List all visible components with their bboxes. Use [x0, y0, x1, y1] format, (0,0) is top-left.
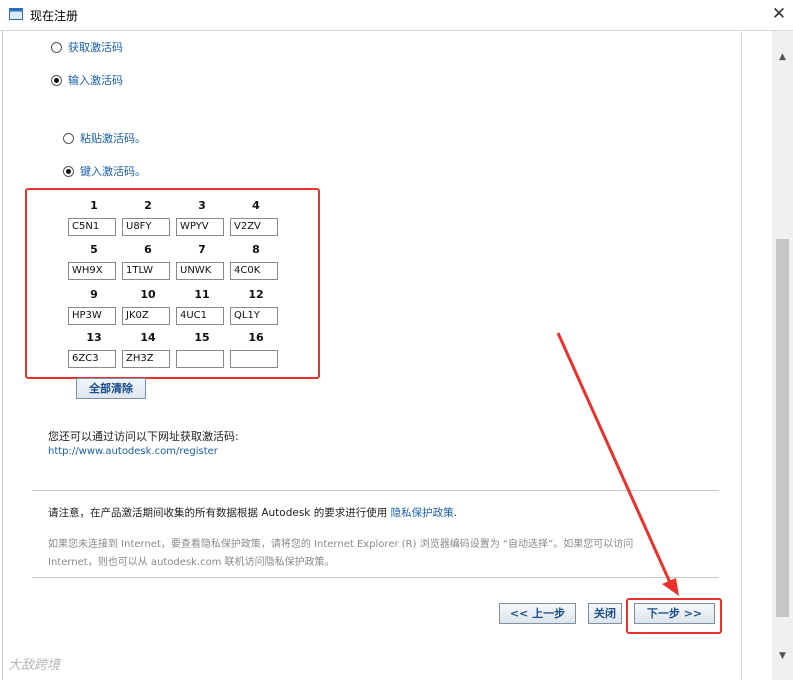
back-button[interactable]: << 上一步 [499, 603, 576, 624]
code-number: 13 [86, 331, 102, 344]
code-number: 15 [194, 331, 210, 344]
code-number: 3 [198, 199, 206, 212]
code-number: 1 [90, 199, 98, 212]
clear-all-button[interactable]: 全部清除 [76, 378, 146, 399]
code-number: 16 [248, 331, 264, 344]
code-field-5[interactable]: WH9X [68, 262, 116, 280]
radio-get-code-label: 获取激活码 [68, 41, 123, 54]
code-number: 5 [90, 243, 98, 256]
code-field-11[interactable]: 4UC1 [176, 307, 224, 325]
offline-note-line-1: 如果您未连接到 Internet，要查看隐私保护政策，请将您的 Internet… [48, 539, 634, 550]
radio-enter-code[interactable]: 输入激活码 [51, 72, 123, 88]
code-number: 8 [252, 243, 260, 256]
code-number: 10 [140, 288, 156, 301]
radio-get-code[interactable]: 获取激活码 [51, 39, 123, 55]
watermark: 大敌跨境 [8, 658, 61, 673]
code-field-9[interactable]: HP3W [68, 307, 116, 325]
content-right-border [741, 31, 742, 680]
scrollbar-thumb[interactable] [776, 239, 789, 617]
radio-paste-code-label: 粘贴激活码。 [80, 132, 146, 145]
scroll-down-icon[interactable]: ▼ [772, 646, 793, 666]
offline-privacy-note: 如果您未连接到 Internet，要查看隐私保护政策，请将您的 Internet… [48, 536, 718, 572]
register-url-link[interactable]: http://www.autodesk.com/register [48, 446, 218, 457]
window-close-button[interactable]: ✕ [768, 3, 790, 25]
code-number: 7 [198, 243, 206, 256]
privacy-notice-text: 请注意，在产品激活期间收集的所有数据根据 Autodesk 的要求进行使用 [48, 507, 388, 519]
close-button[interactable]: 关闭 [588, 603, 622, 624]
divider [32, 490, 719, 491]
code-number: 11 [194, 288, 210, 301]
code-field-16[interactable] [230, 350, 278, 368]
code-field-13[interactable]: 6ZC3 [68, 350, 116, 368]
title-bar: 现在注册 ✕ [0, 0, 793, 31]
code-field-7[interactable]: UNWK [176, 262, 224, 280]
radio-enter-code-label: 输入激活码 [68, 74, 123, 87]
offline-note-line-2: Internet，则也可以从 autodesk.com 联机访问隐私保护政策。 [48, 557, 335, 568]
alt-activation-text: 您还可以通过访问以下网址获取激活码: [48, 430, 239, 443]
code-number: 2 [144, 199, 152, 212]
code-field-14[interactable]: ZH3Z [122, 350, 170, 368]
radio-paste-code-indicator [63, 132, 74, 144]
scroll-up-icon[interactable]: ▲ [772, 47, 793, 67]
code-field-15[interactable] [176, 350, 224, 368]
privacy-notice-period: . [453, 507, 457, 519]
radio-type-code-indicator [63, 165, 74, 177]
code-number: 6 [144, 243, 152, 256]
divider [32, 577, 719, 578]
vertical-scrollbar[interactable]: ▲ ▼ [772, 31, 793, 680]
code-number: 9 [90, 288, 98, 301]
code-field-12[interactable]: QL1Y [230, 307, 278, 325]
radio-get-code-indicator [51, 41, 62, 53]
next-button-highlight [626, 598, 722, 634]
code-number: 4 [252, 199, 260, 212]
code-field-6[interactable]: 1TLW [122, 262, 170, 280]
privacy-policy-link[interactable]: 隐私保护政策 [391, 507, 454, 519]
code-field-4[interactable]: V2ZV [230, 218, 278, 236]
code-field-2[interactable]: U8FY [122, 218, 170, 236]
code-field-3[interactable]: WPYV [176, 218, 224, 236]
left-border [2, 31, 3, 680]
radio-type-code-label: 键入激活码。 [80, 165, 146, 178]
radio-type-code[interactable]: 键入激活码。 [63, 163, 146, 179]
code-field-10[interactable]: JK0Z [122, 307, 170, 325]
code-field-1[interactable]: C5N1 [68, 218, 116, 236]
code-number: 14 [140, 331, 156, 344]
app-window-icon [9, 8, 23, 20]
window-title: 现在注册 [30, 9, 79, 23]
code-number: 12 [248, 288, 264, 301]
radio-paste-code[interactable]: 粘贴激活码。 [63, 130, 146, 146]
code-field-8[interactable]: 4C0K [230, 262, 278, 280]
privacy-notice: 请注意，在产品激活期间收集的所有数据根据 Autodesk 的要求进行使用 隐私… [48, 505, 457, 520]
radio-enter-code-indicator [51, 74, 62, 86]
